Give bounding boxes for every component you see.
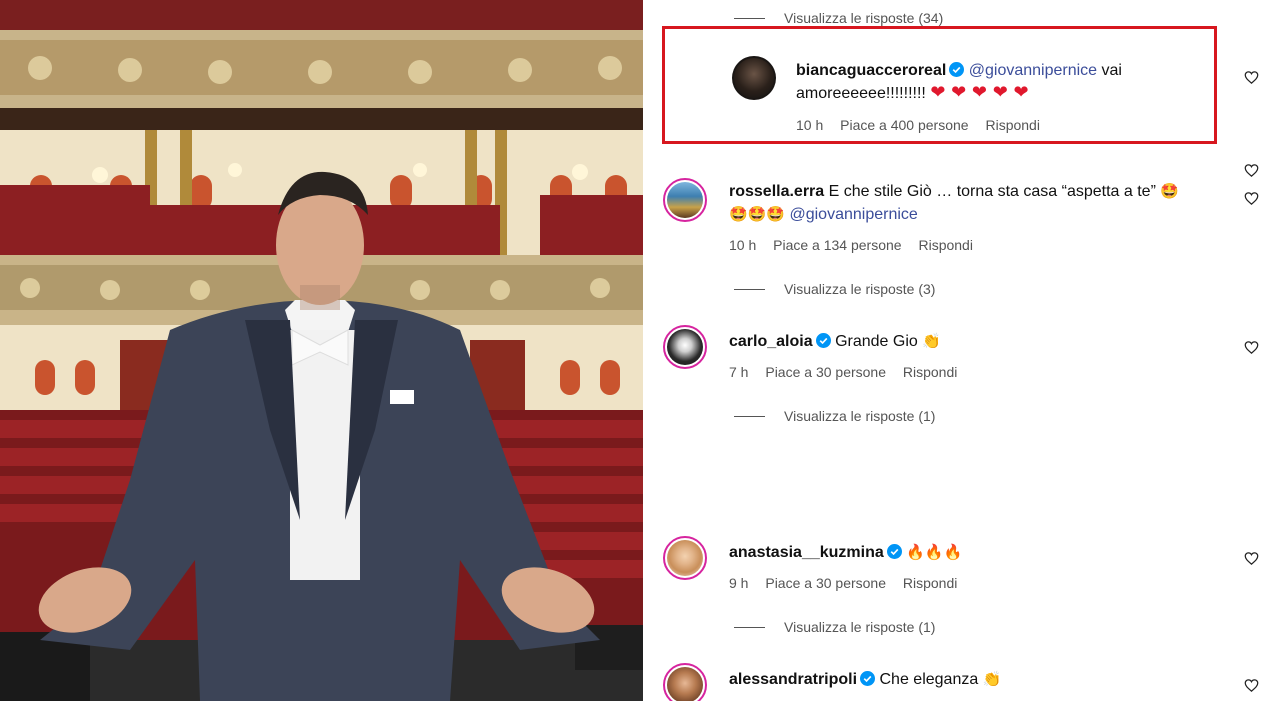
avatar[interactable] [663, 663, 707, 701]
avatar[interactable] [663, 178, 707, 222]
comment-time: 10 h [729, 237, 757, 253]
replies-divider [734, 627, 765, 628]
video-frame[interactable] [0, 0, 643, 701]
like-heart-icon[interactable] [1244, 163, 1259, 178]
like-heart-icon[interactable] [1244, 191, 1259, 206]
fire-emoji: 🔥🔥🔥 [906, 543, 963, 561]
star-struck-emoji: 🤩 [1160, 182, 1180, 200]
comment-text: anastasia__kuzmina 🔥🔥🔥 [729, 541, 962, 564]
verified-badge-icon [886, 544, 902, 559]
avatar[interactable] [663, 536, 707, 580]
comment-username[interactable]: anastasia__kuzmina [729, 544, 884, 561]
highlight-box [662, 26, 1217, 144]
like-heart-icon[interactable] [1244, 340, 1259, 355]
view-replies-link[interactable]: Visualizza le risposte (1) [734, 619, 935, 635]
reply-button[interactable]: Rispondi [903, 364, 957, 380]
like-heart-icon[interactable] [1244, 70, 1259, 85]
replies-divider [734, 416, 765, 417]
comment-likes[interactable]: Piace a 134 persone [773, 237, 901, 253]
theater-scene-image [0, 0, 643, 701]
view-replies-link[interactable]: Visualizza le risposte (1) [734, 408, 935, 424]
comment-text: rossella.erra E che stile Giò … torna st… [729, 182, 1180, 200]
replies-divider [734, 289, 765, 290]
avatar[interactable] [663, 325, 707, 369]
clapping-hands-emoji: 👏 [922, 332, 941, 350]
reply-button[interactable]: Rispondi [918, 237, 972, 253]
comment-username[interactable]: rossella.erra [729, 183, 824, 200]
like-heart-icon[interactable] [1244, 678, 1259, 693]
comment-meta: 9 h Piace a 30 persone Rispondi [729, 575, 970, 591]
comment-mention[interactable]: @giovannipernice [789, 206, 917, 223]
view-replies-link[interactable]: Visualizza le risposte (34) [734, 10, 943, 26]
comment-text: alessandratripoli Che eleganza 👏 [729, 670, 1002, 688]
clapping-hands-emoji: 👏 [982, 670, 1002, 688]
view-replies-link[interactable]: Visualizza le risposte (3) [734, 281, 935, 297]
comment-text: carlo_aloia Grande Gio 👏 [729, 332, 941, 350]
comment-meta: 10 h Piace a 134 persone Rispondi [729, 237, 986, 253]
verified-badge-icon [815, 333, 831, 348]
comment-username[interactable]: alessandratripoli [729, 671, 857, 688]
verified-badge-icon [860, 671, 876, 686]
comment-likes[interactable]: Piace a 30 persone [765, 364, 886, 380]
comment-text-line2: 🤩🤩🤩 @giovannipernice [729, 203, 918, 226]
reply-button[interactable]: Rispondi [903, 575, 957, 591]
comment-time: 7 h [729, 364, 749, 380]
replies-divider [734, 18, 765, 19]
comment-username[interactable]: carlo_aloia [729, 333, 813, 350]
comment-meta: 7 h Piace a 30 persone Rispondi [729, 364, 970, 380]
comment-time: 9 h [729, 575, 749, 591]
like-heart-icon[interactable] [1244, 551, 1259, 566]
comment-likes[interactable]: Piace a 30 persone [765, 575, 886, 591]
star-struck-emoji: 🤩🤩🤩 [729, 205, 786, 223]
